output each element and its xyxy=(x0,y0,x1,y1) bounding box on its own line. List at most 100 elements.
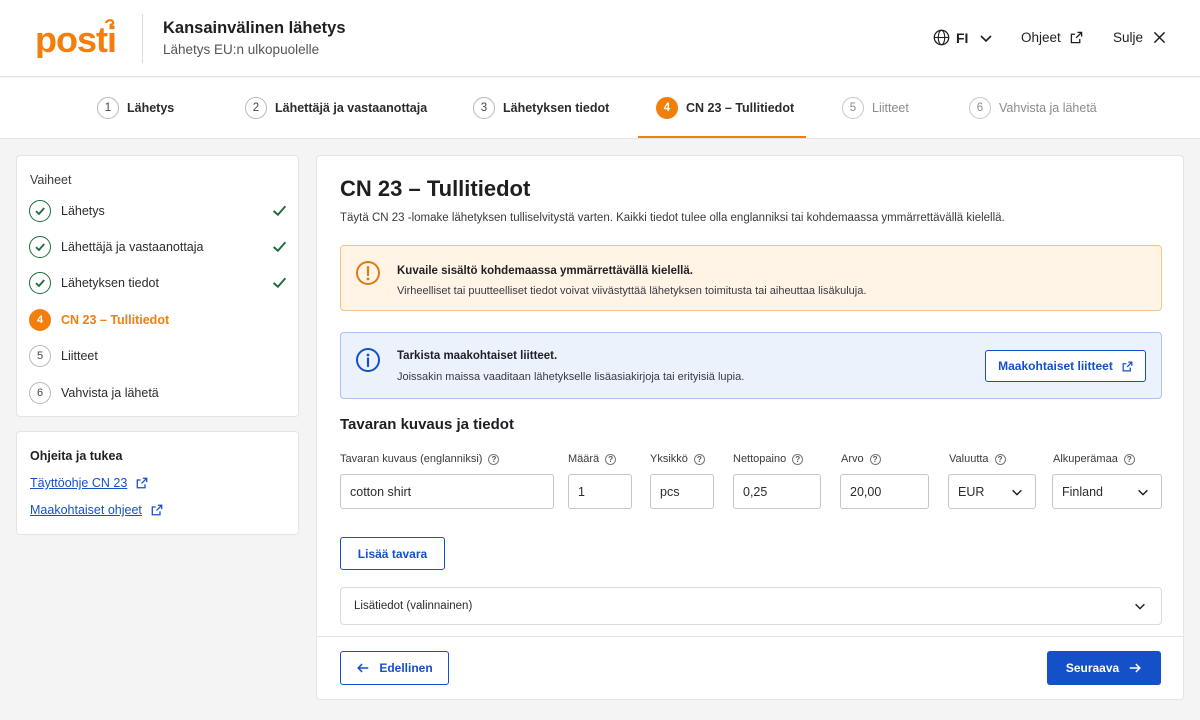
step-number: 5 xyxy=(842,97,864,119)
close-icon xyxy=(1153,31,1166,44)
step-number-badge: 6 xyxy=(29,382,51,404)
close-label: Sulje xyxy=(1113,30,1144,45)
warning-title: Kuvaile sisältö kohdemaassa ymmärrettävä… xyxy=(397,265,693,277)
footer-divider xyxy=(317,636,1183,637)
step-1[interactable]: 1 Lähetys xyxy=(97,97,174,119)
progress-stepper: 1 Lähetys 2 Lähettäjä ja vastaanottaja 3… xyxy=(0,78,1200,139)
cn23-guide-link[interactable]: Täyttöohje CN 23 xyxy=(30,476,148,490)
step-4[interactable]: 4 CN 23 – Tullitiedot xyxy=(656,97,794,119)
step-label: CN 23 – Tullitiedot xyxy=(686,101,795,115)
label-text: Yksikkö xyxy=(650,453,688,465)
select-value: EUR xyxy=(958,484,985,499)
label-text: Määrä xyxy=(568,453,600,465)
step-3[interactable]: 3 Lähetyksen tiedot xyxy=(473,97,609,119)
sidebar-item-label: Vahvista ja lähetä xyxy=(61,386,159,400)
external-link-icon xyxy=(136,477,148,489)
language-selector[interactable]: FI xyxy=(933,29,994,46)
help-circle-icon[interactable]: ? xyxy=(792,453,804,465)
sidebar-item-lahetys[interactable]: Lähetys xyxy=(29,199,287,223)
page-title: CN 23 – Tullitiedot xyxy=(340,176,531,201)
warning-alert: Kuvaile sisältö kohdemaassa ymmärrettävä… xyxy=(340,245,1162,311)
checkmark-icon xyxy=(272,277,287,289)
country-attachments-button[interactable]: Maakohtaiset liitteet xyxy=(985,350,1146,382)
value-input[interactable]: 20,00 xyxy=(840,474,929,509)
app-subtitle: Lähetys EU:n ulkopuolelle xyxy=(163,42,320,57)
sidebar-item-shipment-details[interactable]: Lähetyksen tiedot xyxy=(29,271,287,295)
sidebar-item-label: Lähettäjä ja vastaanottaja xyxy=(61,240,204,254)
step-number: 3 xyxy=(473,97,495,119)
help-label: Ohjeet xyxy=(1021,30,1061,45)
info-icon xyxy=(356,348,380,372)
step-label: Lähettäjä ja vastaanottaja xyxy=(275,101,428,115)
button-label: Edellinen xyxy=(379,661,433,675)
arrow-right-icon xyxy=(1129,663,1142,673)
sidebar-item-sender-receiver[interactable]: Lähettäjä ja vastaanottaja xyxy=(29,235,287,259)
sidebar-item-label: CN 23 – Tullitiedot xyxy=(61,313,170,327)
unit-input[interactable]: pcs xyxy=(650,474,714,509)
help-circle-icon[interactable]: ? xyxy=(994,453,1006,465)
next-button[interactable]: Seuraava xyxy=(1047,651,1161,685)
step-number-badge: 4 xyxy=(29,309,51,331)
help-circle-icon[interactable]: ? xyxy=(605,453,617,465)
step-2[interactable]: 2 Lähettäjä ja vastaanottaja xyxy=(245,97,427,119)
previous-button[interactable]: Edellinen xyxy=(340,651,449,685)
step-6[interactable]: 6 Vahvista ja lähetä xyxy=(969,97,1097,119)
external-link-icon xyxy=(1070,31,1083,44)
language-label: FI xyxy=(956,29,969,46)
label-text: Arvo xyxy=(841,453,864,465)
sidebar-item-attachments[interactable]: 5 Liitteet xyxy=(29,344,287,368)
section-title: Tavaran kuvaus ja tiedot xyxy=(340,416,514,433)
country-guide-link[interactable]: Maakohtaiset ohjeet xyxy=(30,503,163,517)
help-circle-icon[interactable]: ? xyxy=(488,453,500,465)
step-number: 4 xyxy=(656,97,678,119)
active-step-indicator xyxy=(638,136,806,138)
step-label: Vahvista ja lähetä xyxy=(999,101,1097,115)
add-item-button[interactable]: Lisää tavara xyxy=(340,537,445,570)
quantity-label: Määrä? xyxy=(568,453,617,465)
additional-info-accordion[interactable]: Lisätiedot (valinnainen) xyxy=(340,587,1162,625)
label-text: Nettopaino xyxy=(733,453,787,465)
sidebar-item-cn23[interactable]: 4 CN 23 – Tullitiedot xyxy=(29,308,287,332)
description-input[interactable]: cotton shirt xyxy=(340,474,554,509)
checkmark-icon xyxy=(272,205,287,217)
step-number: 6 xyxy=(969,97,991,119)
currency-label: Valuutta? xyxy=(949,453,1006,465)
sidebar-item-confirm[interactable]: 6 Vahvista ja lähetä xyxy=(29,381,287,405)
external-link-icon xyxy=(151,504,163,516)
chevron-down-icon xyxy=(1138,489,1148,496)
sidebar-help: Ohjeita ja tukea Täyttöohje CN 23 Maakoh… xyxy=(16,431,299,535)
help-title: Ohjeita ja tukea xyxy=(30,449,123,463)
check-circle-icon xyxy=(29,272,51,294)
sidebar-item-label: Lähetys xyxy=(61,204,105,218)
page-description: Täytä CN 23 -lomake lähetyksen tulliselv… xyxy=(340,212,1005,224)
origin-select[interactable]: Finland xyxy=(1052,474,1162,509)
header-divider xyxy=(142,14,143,63)
help-circle-icon[interactable]: ? xyxy=(693,453,705,465)
quantity-input[interactable]: 1 xyxy=(568,474,632,509)
close-button[interactable]: Sulje xyxy=(1113,30,1166,45)
chevron-down-icon xyxy=(980,34,993,42)
help-circle-icon[interactable]: ? xyxy=(869,453,881,465)
unit-label: Yksikkö? xyxy=(650,453,705,465)
help-link[interactable]: Ohjeet xyxy=(1021,30,1083,45)
info-title: Tarkista maakohtaiset liitteet. xyxy=(397,350,558,362)
label-text: Alkuperämaa xyxy=(1053,453,1118,465)
posti-logo[interactable]: posti xyxy=(35,18,117,63)
checkmark-icon xyxy=(272,241,287,253)
warning-text: Virheelliset tai puutteelliset tiedot vo… xyxy=(397,285,867,297)
value-label: Arvo? xyxy=(841,453,881,465)
step-number: 2 xyxy=(245,97,267,119)
sidebar-item-label: Liitteet xyxy=(61,349,98,363)
check-circle-icon xyxy=(29,200,51,222)
warning-icon xyxy=(356,261,380,285)
sidebar-steps: Vaiheet Lähetys Lähettäjä ja vastaanotta… xyxy=(16,155,299,417)
help-circle-icon[interactable]: ? xyxy=(1123,453,1135,465)
currency-select[interactable]: EUR xyxy=(948,474,1036,509)
main-panel: CN 23 – Tullitiedot Täytä CN 23 -lomake … xyxy=(316,155,1184,700)
button-label: Maakohtaiset liitteet xyxy=(998,359,1113,373)
step-5[interactable]: 5 Liitteet xyxy=(842,97,909,119)
svg-text:posti: posti xyxy=(35,19,116,58)
globe-icon xyxy=(933,29,950,46)
chevron-down-icon xyxy=(1012,489,1022,496)
net-weight-input[interactable]: 0,25 xyxy=(733,474,821,509)
